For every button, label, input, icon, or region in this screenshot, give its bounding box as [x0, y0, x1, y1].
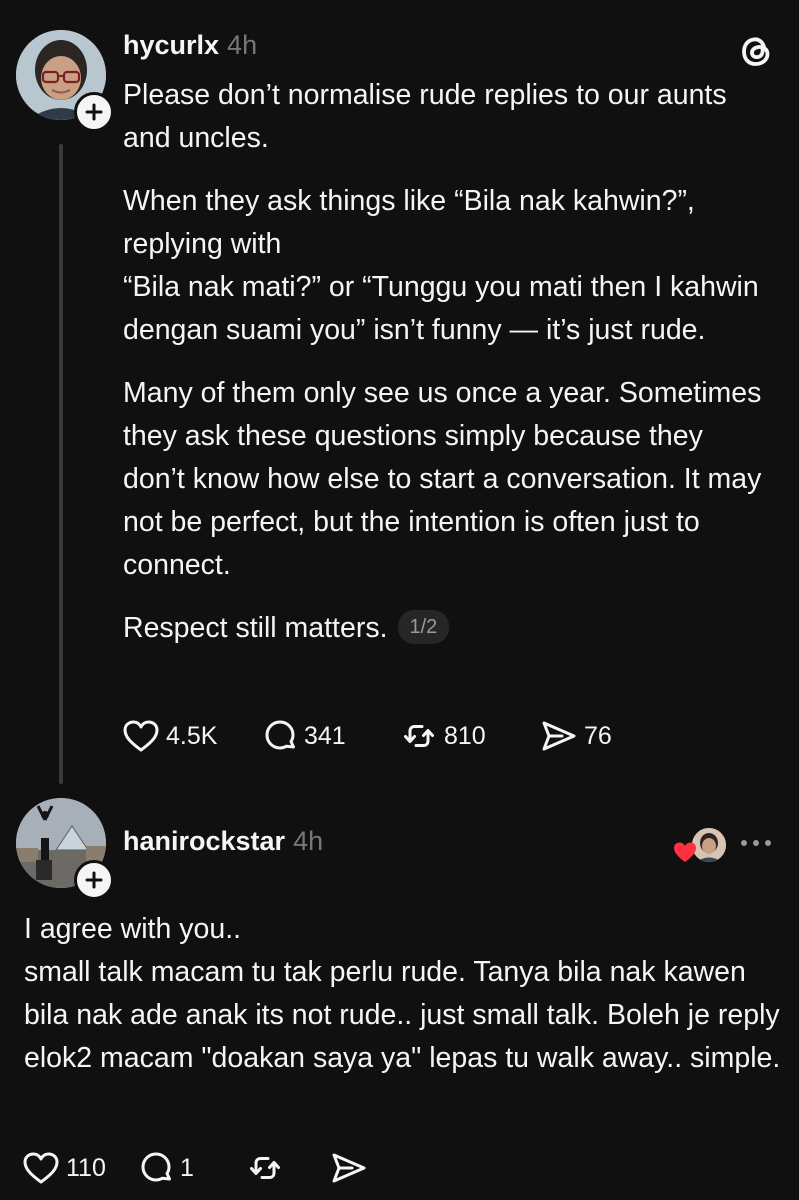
- post-paragraph: When they ask things like “Bila nak kahw…: [123, 185, 695, 260]
- post-header: hycurlx 4h: [123, 30, 257, 61]
- comment-icon: [265, 720, 295, 750]
- post-paragraph: “Bila nak mati?” or “Tunggu you mati the…: [123, 271, 759, 346]
- liked-by-author-indicator: [672, 826, 728, 866]
- share-count: 76: [584, 721, 612, 750]
- post-actions: 4.5K 341 810 76: [122, 718, 612, 754]
- plus-icon: [85, 103, 103, 121]
- reply-comment-button[interactable]: 1: [138, 1150, 246, 1186]
- like-button[interactable]: 4.5K: [122, 719, 262, 753]
- like-count: 4.5K: [166, 721, 218, 750]
- repost-icon: [250, 1157, 280, 1179]
- repost-icon: [404, 725, 434, 747]
- comment-button[interactable]: 341: [262, 718, 400, 754]
- reply-paragraph: small talk macam tu tak perlu rude. Tany…: [24, 956, 781, 1074]
- comment-icon: [141, 1152, 171, 1182]
- follow-button[interactable]: [74, 860, 114, 900]
- reply-paragraph: I agree with you..: [24, 913, 242, 945]
- heart-icon: [123, 720, 159, 752]
- post-paragraph-text: Respect still matters.: [123, 612, 388, 644]
- reply-header: hanirockstar 4h: [123, 826, 323, 857]
- reply-repost-button[interactable]: [246, 1151, 330, 1185]
- share-button[interactable]: 76: [540, 719, 612, 753]
- threads-logo-icon[interactable]: [736, 30, 776, 72]
- post-timestamp: 4h: [227, 30, 258, 60]
- thread-connector-line: [59, 144, 63, 784]
- reply-like-button[interactable]: 110: [22, 1151, 138, 1185]
- repost-button[interactable]: 810: [400, 719, 540, 753]
- share-icon: [542, 721, 576, 751]
- post-text: Please don’t normalise rude replies to o…: [123, 74, 763, 650]
- comment-count: 341: [304, 721, 346, 750]
- post-paragraph: Please don’t normalise rude replies to o…: [123, 79, 727, 154]
- reply-username[interactable]: hanirockstar: [123, 826, 285, 856]
- author-username[interactable]: hycurlx: [123, 30, 219, 60]
- heart-filled-icon: [674, 842, 696, 862]
- thread-page-badge[interactable]: 1/2: [397, 610, 450, 644]
- reply-text: I agree with you.. small talk macam tu t…: [24, 908, 784, 1080]
- post-paragraph: Many of them only see us once a year. So…: [123, 377, 762, 581]
- reply-like-count: 110: [66, 1153, 106, 1182]
- post-paragraph-last: Respect still matters. 1/2: [123, 607, 763, 650]
- reply-timestamp: 4h: [293, 826, 324, 856]
- plus-icon: [85, 871, 103, 889]
- reply-actions: 110 1: [22, 1150, 368, 1186]
- share-icon: [332, 1153, 366, 1183]
- more-icon: [741, 840, 771, 846]
- follow-button[interactable]: [74, 92, 114, 132]
- heart-icon: [23, 1152, 59, 1184]
- reply-comment-count: 1: [180, 1153, 194, 1182]
- reply-share-button[interactable]: [330, 1151, 368, 1185]
- repost-count: 810: [444, 721, 486, 750]
- more-options-button[interactable]: [738, 836, 774, 848]
